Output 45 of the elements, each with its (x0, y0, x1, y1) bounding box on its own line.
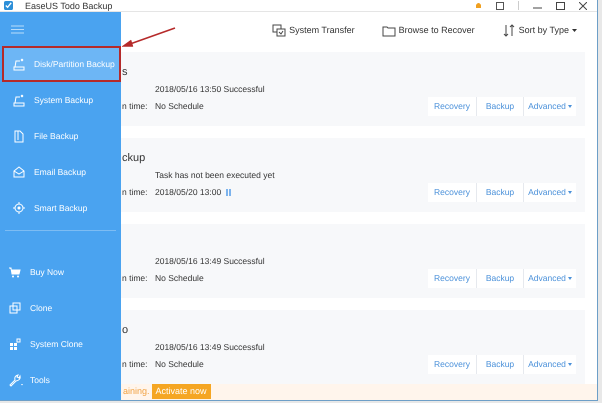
schedule-value: No Schedule (155, 100, 204, 112)
sidebar-item[interactable]: Buy Now (0, 254, 121, 290)
sort-icon (502, 24, 516, 37)
schedule-value: 2018/05/20 13:00 (155, 186, 222, 198)
maximize-icon[interactable] (556, 2, 565, 10)
window-icon[interactable] (496, 2, 504, 10)
caret-icon (568, 190, 572, 194)
task-status: Task has not been executed yet (155, 168, 275, 182)
sidebar-item[interactable]: Smart Backup (2, 190, 121, 226)
sidebar-item[interactable]: Email Backup (2, 154, 121, 190)
schedule-label: n time: (122, 100, 149, 112)
annotation-arrow (121, 26, 177, 48)
sidebar-item[interactable]: File Backup (2, 118, 121, 154)
task-status: 2018/05/16 13:49 Successful (155, 254, 265, 268)
caret-icon (568, 362, 572, 366)
monitor-transfer-icon (272, 24, 286, 37)
schedule-value: No Schedule (155, 358, 204, 370)
target-icon (12, 201, 28, 215)
window-title: EaseUS Todo Backup (25, 0, 112, 10)
wrench-icon (8, 373, 24, 387)
pause-icon[interactable] (226, 188, 232, 196)
task-status: 2018/05/16 13:49 Successful (155, 340, 265, 354)
sidebar-item[interactable]: System Clone (0, 326, 121, 362)
schedule-label: n time: (122, 186, 149, 198)
caret-icon (568, 104, 572, 108)
sidebar-item[interactable]: Clone (0, 290, 121, 326)
banner-text: aining. (122, 385, 150, 398)
task-title: o (122, 322, 130, 338)
schedule-value: No Schedule (155, 272, 204, 284)
toolbar-button[interactable]: Browse to Recover (382, 24, 475, 38)
sidebar-item[interactable]: System Backup (2, 82, 121, 118)
sort-dropdown[interactable]: Sort by Type (502, 24, 577, 38)
caret-icon (568, 276, 572, 280)
task-title: s (122, 64, 128, 80)
caret-icon (572, 28, 577, 32)
task-title: ckup (122, 150, 146, 166)
folder-icon (382, 24, 396, 37)
schedule-label: n time: (122, 272, 149, 284)
sidebar-item[interactable]: Tools (0, 362, 121, 398)
close-icon[interactable] (579, 2, 587, 10)
task-status: 2018/05/16 13:50 Successful (155, 82, 265, 96)
activate-now-button[interactable]: Activate now (152, 384, 211, 400)
sidebar-item[interactable]: Disk/Partition Backup (2, 46, 121, 82)
schedule-label: n time: (122, 358, 149, 370)
toolbar-button[interactable]: System Transfer (272, 24, 355, 38)
